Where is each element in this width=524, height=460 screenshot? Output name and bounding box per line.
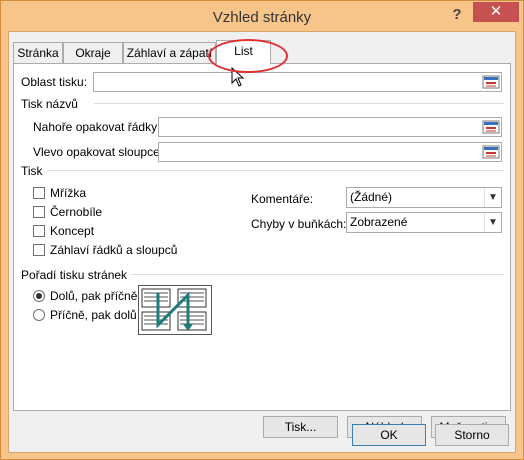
cell-errors-select[interactable]: Zobrazené ▼: [346, 212, 502, 233]
tab-highlight-ellipse: [208, 39, 288, 73]
draft-checkbox[interactable]: [33, 225, 45, 237]
row-col-headings-label[interactable]: Záhlaví řádků a sloupců: [50, 243, 177, 257]
tab-header-footer[interactable]: Záhlaví a zápatí: [123, 42, 216, 63]
sheet-tab-panel: Oblast tisku: Tisk názvů Nahoře opakovat…: [13, 63, 511, 438]
title-bar[interactable]: Vzhled stránky ? ✕: [1, 1, 523, 31]
tab-page[interactable]: Stránka: [13, 42, 63, 63]
page-order-divider: [114, 274, 504, 275]
repeat-rows-input[interactable]: [158, 117, 502, 137]
gridlines-label[interactable]: Mřížka: [50, 186, 86, 200]
comments-label: Komentáře:: [251, 192, 314, 206]
print-area-label: Oblast tisku:: [21, 75, 88, 89]
dialog-window: Vzhled stránky ? ✕ Stránka Okraje Záhlav…: [0, 0, 524, 460]
comments-value: (Žádné): [350, 190, 393, 204]
comments-select[interactable]: (Žádné) ▼: [346, 187, 502, 208]
gridlines-checkbox[interactable]: [33, 187, 45, 199]
cell-errors-value: Zobrazené: [350, 215, 408, 229]
draft-label[interactable]: Koncept: [50, 224, 94, 238]
repeat-cols-label: Vlevo opakovat sloupce:: [33, 145, 164, 159]
print-button[interactable]: Tisk...: [263, 416, 338, 438]
down-then-over-label[interactable]: Dolů, pak příčně: [50, 289, 137, 303]
dialog-client: Stránka Okraje Záhlaví a zápatí List Obl…: [8, 31, 516, 453]
print-area-input[interactable]: [93, 72, 502, 92]
repeat-cols-input[interactable]: [158, 142, 502, 162]
page-order-preview-icon: [138, 285, 212, 335]
print-divider: [44, 170, 504, 171]
chevron-down-icon[interactable]: ▼: [484, 188, 501, 207]
over-then-down-radio[interactable]: [33, 309, 45, 321]
down-then-over-radio[interactable]: [33, 290, 45, 302]
chevron-down-icon[interactable]: ▼: [484, 213, 501, 232]
range-select-icon[interactable]: [482, 119, 500, 135]
cell-errors-label: Chyby v buňkách:: [251, 217, 347, 231]
black-white-label[interactable]: Černobíle: [50, 205, 102, 219]
row-col-headings-checkbox[interactable]: [33, 244, 45, 256]
print-heading: Tisk: [21, 164, 47, 178]
range-select-icon[interactable]: [482, 74, 500, 90]
black-white-checkbox[interactable]: [33, 206, 45, 218]
range-select-icon[interactable]: [482, 144, 500, 160]
help-button[interactable]: ?: [446, 6, 468, 24]
close-button[interactable]: ✕: [473, 2, 519, 22]
dialog-title: Vzhled stránky: [212, 9, 312, 26]
print-titles-divider: [94, 103, 504, 104]
repeat-rows-label: Nahoře opakovat řádky:: [33, 120, 161, 134]
cancel-button[interactable]: Storno: [435, 424, 509, 446]
print-titles-heading: Tisk názvů: [21, 97, 82, 111]
ok-button[interactable]: OK: [352, 424, 426, 446]
tab-margins[interactable]: Okraje: [63, 42, 123, 63]
over-then-down-label[interactable]: Příčně, pak dolů: [50, 308, 137, 322]
page-order-heading: Pořadí tisku stránek: [21, 268, 132, 282]
